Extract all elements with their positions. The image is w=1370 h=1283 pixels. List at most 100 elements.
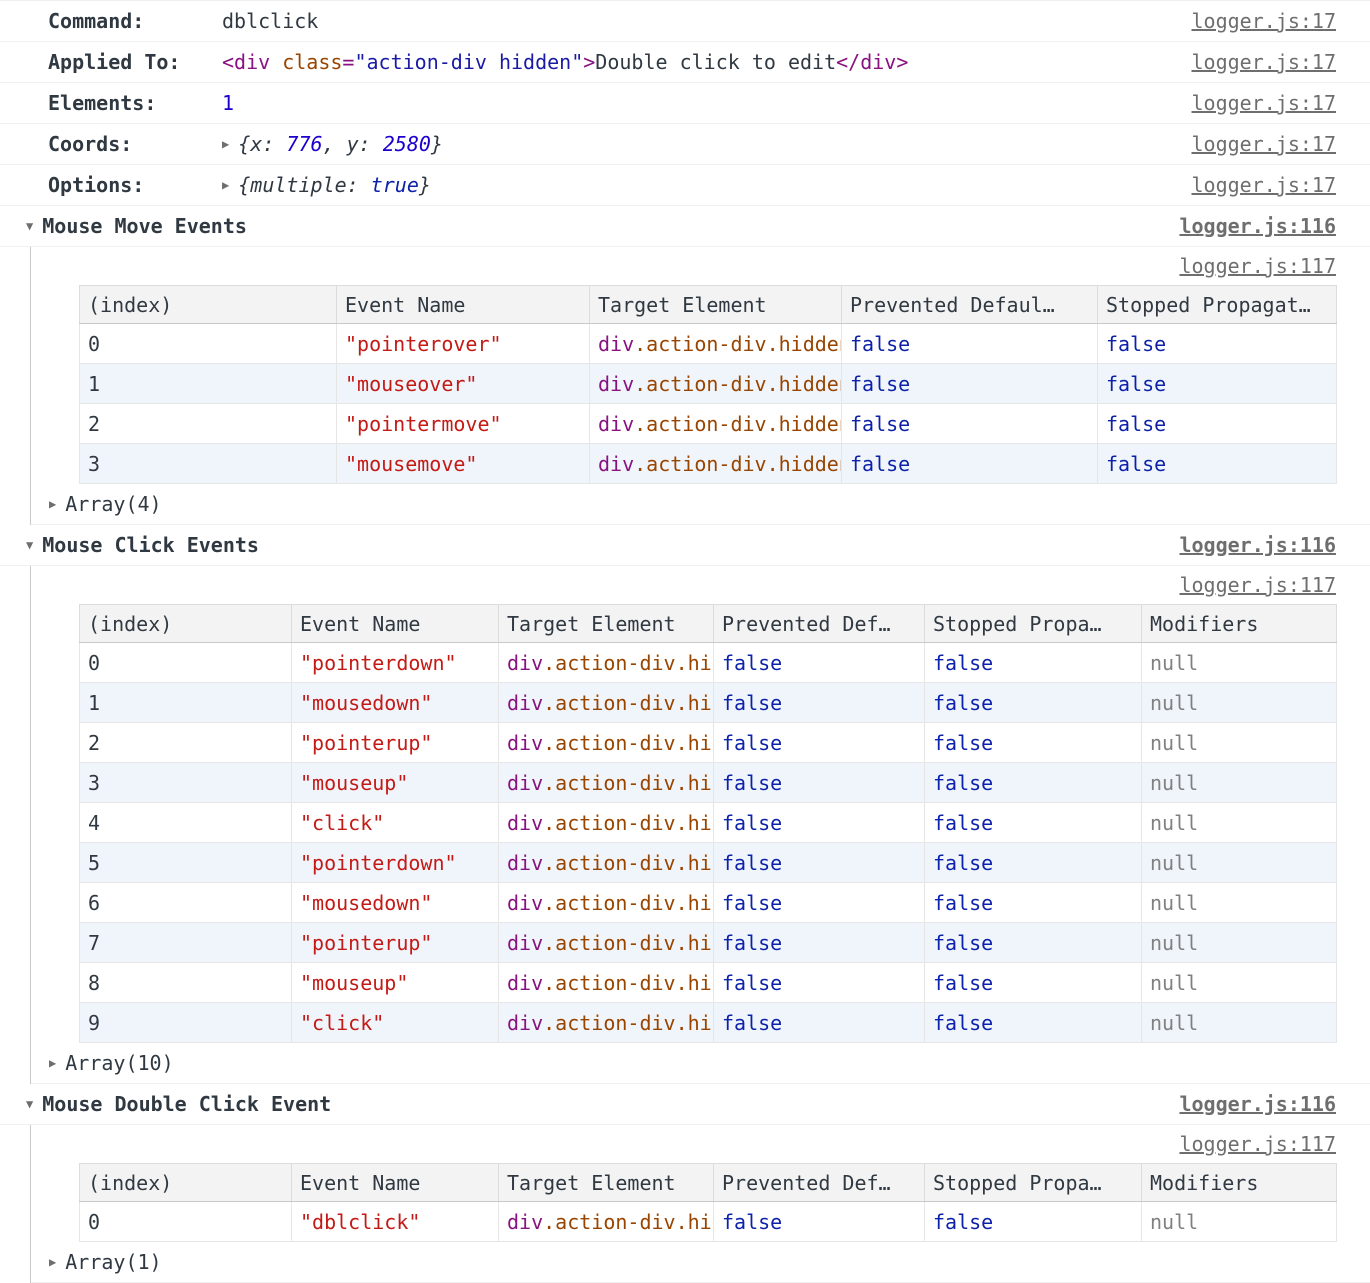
group-header-mouse-dblclick[interactable]: ▼ Mouse Double Click Event logger.js:116 [0,1084,1370,1125]
group-header-mouse-move[interactable]: ▼ Mouse Move Events logger.js:116 [0,206,1370,247]
table-row: 0 "pointerdown" div.action-div.hidden fa… [80,643,1337,683]
triangle-expanded-icon[interactable]: ▼ [26,1097,33,1111]
col-header-target-element[interactable]: Target Element [499,1164,714,1202]
col-header-target-element[interactable]: Target Element [499,605,714,643]
element-preview[interactable]: <div class="action-div hidden">Double cl… [222,50,908,74]
cell-event-name: "click" [292,1003,499,1043]
cell-index: 0 [80,324,337,364]
cell-event-name: "mouseover" [337,364,590,404]
console-log-row-elements: Elements: 1 logger.js:17 [0,83,1370,124]
node-classes: .action-div.hidden [634,332,841,356]
col-header-prevented-default[interactable]: Prevented Def… [714,605,925,643]
source-link[interactable]: logger.js:17 [1192,91,1337,115]
source-link[interactable]: logger.js:116 [1179,214,1336,238]
cell-prevented-default: false [842,324,1098,364]
cell-modifiers: null [1142,843,1337,883]
col-header-stopped-propagation[interactable]: Stopped Propa… [925,1164,1142,1202]
object-key-x: x: [250,132,286,156]
node-tag: div [598,452,634,476]
triangle-collapsed-icon[interactable]: ▶ [222,178,229,192]
triangle-collapsed-icon[interactable]: ▶ [222,137,229,151]
source-link[interactable]: logger.js:17 [1192,173,1337,197]
col-header-stopped-propagation[interactable]: Stopped Propa… [925,605,1142,643]
triangle-collapsed-icon[interactable]: ▶ [49,1255,56,1269]
source-link[interactable]: logger.js:116 [1179,1092,1336,1116]
col-header-index[interactable]: (index) [80,1164,292,1202]
col-header-modifiers[interactable]: Modifiers [1142,605,1337,643]
cell-stopped-propagation: false [925,1202,1142,1242]
cell-event-name: "mouseup" [292,963,499,1003]
node-classes: .action-div.hidden [634,452,841,476]
node-classes: .action-div.hidden [543,771,713,795]
col-header-target-element[interactable]: Target Element [590,286,842,324]
cell-stopped-propagation: false [925,923,1142,963]
group-header-mouse-click[interactable]: ▼ Mouse Click Events logger.js:116 [0,525,1370,566]
col-header-event-name[interactable]: Event Name [337,286,590,324]
node-classes: .action-div.hidden [543,811,713,835]
table-row: 7 "pointerup" div.action-div.hidden fals… [80,923,1337,963]
node-tag: div [507,851,543,875]
cell-prevented-default: false [714,843,925,883]
source-link[interactable]: logger.js:116 [1179,533,1336,557]
table-header-row: (index) Event Name Target Element Preven… [80,1164,1337,1202]
col-header-event-name[interactable]: Event Name [292,605,499,643]
cell-event-name: "pointerdown" [292,643,499,683]
triangle-collapsed-icon[interactable]: ▶ [49,497,56,511]
log-label-options: Options: [48,173,222,197]
cell-target-element: div.action-div.hidden [499,683,714,723]
object-preview-coords[interactable]: {x: 776, y: 2580} [238,132,443,156]
cell-index: 1 [80,683,292,723]
cell-index: 5 [80,843,292,883]
cell-target-element: div.action-div.hidden [499,963,714,1003]
col-header-modifiers[interactable]: Modifiers [1142,1164,1337,1202]
col-header-stopped-propagation[interactable]: Stopped Propagat… [1098,286,1337,324]
triangle-expanded-icon[interactable]: ▼ [26,538,33,552]
cell-prevented-default: false [714,643,925,683]
source-link[interactable]: logger.js:17 [1192,50,1337,74]
array-preview-row[interactable]: ▶ Array(10) [31,1043,1336,1083]
console-log-row-command: Command: dblclick logger.js:17 [0,1,1370,42]
table-link-row: logger.js:117 [31,566,1336,604]
cell-index: 8 [80,963,292,1003]
log-label-applied-to: Applied To: [48,50,222,74]
table-row: 6 "mousedown" div.action-div.hidden fals… [80,883,1337,923]
col-header-event-name[interactable]: Event Name [292,1164,499,1202]
brace-close: } [431,132,443,156]
triangle-expanded-icon[interactable]: ▼ [26,219,33,233]
cell-modifiers: null [1142,763,1337,803]
source-link[interactable]: logger.js:17 [1192,132,1337,156]
source-link[interactable]: logger.js:117 [1179,573,1336,597]
devtools-console: Command: dblclick logger.js:17 Applied T… [0,0,1370,1283]
cell-index: 2 [80,723,292,763]
cell-event-name: "pointerdown" [292,843,499,883]
mouse-dblclick-event-table: (index) Event Name Target Element Preven… [79,1163,1337,1242]
col-header-index[interactable]: (index) [80,286,337,324]
array-preview-row[interactable]: ▶ Array(4) [31,484,1336,524]
cell-modifiers: null [1142,923,1337,963]
source-link[interactable]: logger.js:117 [1179,254,1336,278]
object-preview-options[interactable]: {multiple: true} [238,173,431,197]
group-body-mouse-move: logger.js:117 (index) Event Name Target … [30,247,1370,525]
cell-event-name: "pointerup" [292,923,499,963]
array-preview-row[interactable]: ▶ Array(1) [31,1242,1336,1282]
col-header-index[interactable]: (index) [80,605,292,643]
html-bracket-close: > [583,50,595,74]
cell-target-element: div.action-div.hidden [499,883,714,923]
node-tag: div [507,931,543,955]
console-group-mouse-move: ▼ Mouse Move Events logger.js:116 logger… [0,206,1370,525]
html-tag-close: </div> [836,50,908,74]
cell-modifiers: null [1142,803,1337,843]
source-link[interactable]: logger.js:17 [1192,9,1337,33]
console-log-row-applied-to: Applied To: <div class="action-div hidde… [0,42,1370,83]
node-tag: div [507,891,543,915]
source-link[interactable]: logger.js:117 [1179,1132,1336,1156]
col-header-prevented-default[interactable]: Prevented Def… [714,1164,925,1202]
array-preview-label: Array(4) [65,492,161,516]
col-header-prevented-default[interactable]: Prevented Defaul… [842,286,1098,324]
table-row: 3 "mouseup" div.action-div.hidden false … [80,763,1337,803]
cell-index: 0 [80,643,292,683]
triangle-collapsed-icon[interactable]: ▶ [49,1056,56,1070]
table-row: 2 "pointermove" div.action-div.hidden fa… [80,404,1337,444]
object-value-x: 776 [286,132,322,156]
cell-index: 2 [80,404,337,444]
